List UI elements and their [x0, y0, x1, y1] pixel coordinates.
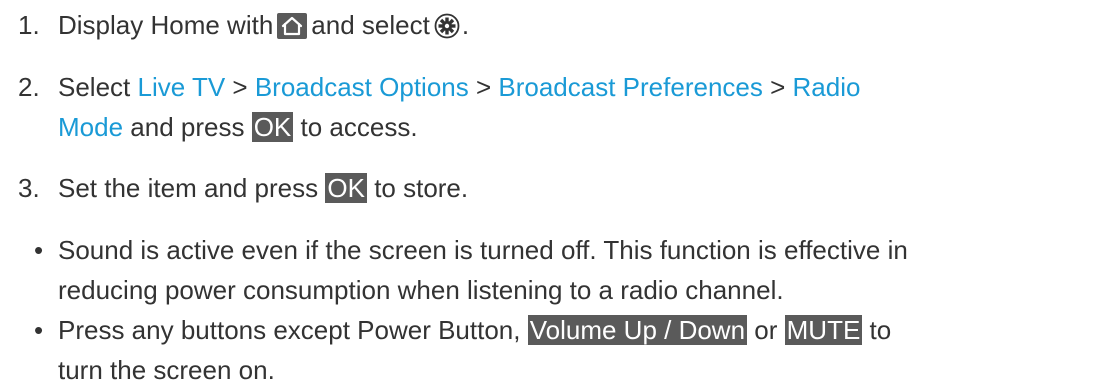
step-3-text-before: Set the item and press	[58, 173, 319, 203]
step-2: 2. Select Live TV > Broadcast Options > B…	[18, 67, 1096, 142]
step-3: 3. Set the item and press OK to store.	[18, 168, 1096, 208]
ok-key: OK	[251, 112, 294, 142]
bullet-2: • Press any buttons except Power Button,…	[34, 310, 1096, 390]
bullet-1: • Sound is active even if the screen is …	[34, 230, 1096, 310]
separator: >	[475, 72, 492, 102]
step-number: 3.	[18, 173, 40, 203]
step-1-text-end: .	[461, 10, 470, 40]
step-2-continuation: Mode and press OK to access.	[58, 107, 418, 147]
link-radio-mode-part1[interactable]: Radio	[793, 72, 861, 102]
step-number: 1.	[18, 10, 40, 40]
gear-icon	[434, 10, 460, 39]
link-live-tv[interactable]: Live TV	[138, 72, 226, 102]
link-broadcast-options[interactable]: Broadcast Options	[255, 72, 469, 102]
bullet-2-or: or	[754, 315, 778, 345]
step-2-select: Select	[58, 72, 131, 102]
separator: >	[232, 72, 248, 102]
bullet-marker: •	[34, 235, 44, 265]
step-2-and-press: and press	[130, 112, 245, 142]
volume-key: Volume Up / Down	[527, 315, 748, 345]
step-2-after-key: to access.	[300, 112, 418, 142]
bullet-2-line-2: turn the screen on.	[58, 355, 275, 385]
mute-key: MUTE	[784, 315, 863, 345]
link-radio-mode-part2[interactable]: Mode	[58, 112, 123, 142]
link-broadcast-preferences[interactable]: Broadcast Preferences	[498, 72, 762, 102]
bullet-2-text-before: Press any buttons except Power Button,	[58, 315, 521, 345]
ok-key: OK	[325, 173, 367, 203]
home-icon	[277, 10, 308, 39]
step-1-text-before: Display Home with	[58, 10, 274, 40]
step-1-text-middle: and select	[311, 10, 430, 40]
bullet-2-text-after: to	[869, 315, 892, 345]
bullet-marker: •	[34, 315, 44, 345]
instruction-page: 1. Display Home with and select. 2. Select …	[0, 0, 1106, 389]
bullet-1-line-1: Sound is active even if the screen is tu…	[58, 235, 908, 265]
step-number: 2.	[18, 72, 40, 102]
separator: >	[770, 72, 786, 102]
step-3-text-after: to store.	[374, 173, 469, 203]
bullet-2-line-1: Press any buttons except Power Button, V…	[58, 310, 891, 350]
bullet-1-line-2: reducing power consumption when listenin…	[58, 275, 784, 305]
step-1: 1. Display Home with and select.	[18, 5, 1096, 45]
